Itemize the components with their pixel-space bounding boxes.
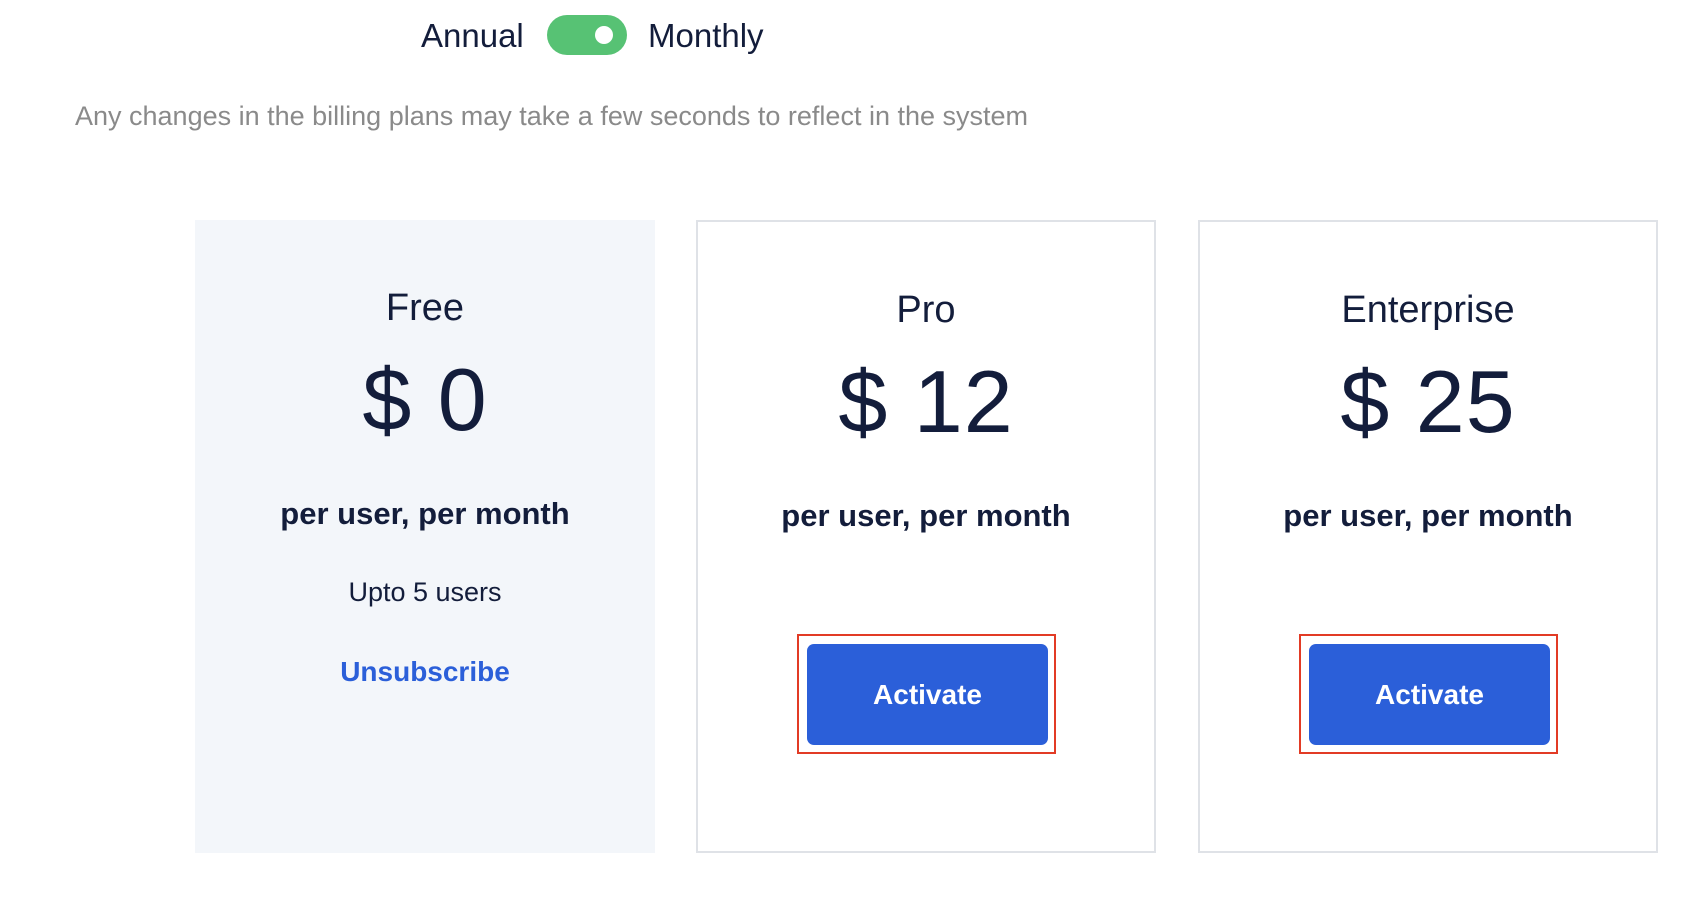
plan-name: Free bbox=[385, 287, 465, 329]
plan-user-limit: Upto 5 users bbox=[348, 577, 502, 607]
activate-button-highlight: Activate bbox=[1299, 634, 1558, 754]
billing-plans-page: Annual Monthly Any changes in the billin… bbox=[0, 0, 1688, 902]
activate-button-highlight: Activate bbox=[797, 634, 1056, 754]
plan-period: per user, per month bbox=[1283, 498, 1573, 533]
billing-period-toggle-row: Annual Monthly bbox=[0, 14, 1688, 58]
monthly-label[interactable]: Monthly bbox=[648, 18, 764, 54]
annual-label[interactable]: Annual bbox=[421, 18, 524, 54]
plan-card-pro: Pro $ 12 per user, per month Activate bbox=[696, 220, 1156, 853]
activate-pro-button[interactable]: Activate bbox=[807, 644, 1048, 745]
unsubscribe-link[interactable]: Unsubscribe bbox=[195, 655, 655, 689]
plan-price: $ 12 bbox=[838, 352, 1014, 451]
plan-card-free: Free $ 0 per user, per month Upto 5 user… bbox=[195, 220, 655, 853]
plan-period: per user, per month bbox=[781, 498, 1071, 533]
plan-name: Pro bbox=[896, 289, 956, 331]
switch-knob bbox=[595, 26, 613, 44]
plan-period: per user, per month bbox=[280, 496, 570, 531]
billing-notice: Any changes in the billing plans may tak… bbox=[75, 101, 1029, 131]
billing-period-switch[interactable] bbox=[547, 15, 627, 55]
plan-card-enterprise: Enterprise $ 25 per user, per month Acti… bbox=[1198, 220, 1658, 853]
activate-enterprise-button[interactable]: Activate bbox=[1309, 644, 1550, 745]
plan-price: $ 0 bbox=[362, 350, 488, 449]
plan-name: Enterprise bbox=[1341, 289, 1515, 331]
plan-price: $ 25 bbox=[1340, 352, 1516, 451]
